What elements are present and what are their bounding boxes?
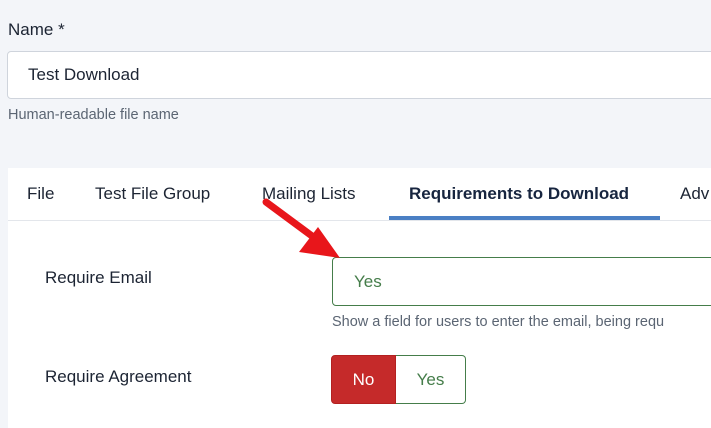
name-input[interactable]: Test Download bbox=[7, 51, 711, 99]
tab-mailing-lists[interactable]: Mailing Lists bbox=[262, 168, 356, 220]
tab-test-file-group[interactable]: Test File Group bbox=[95, 168, 210, 220]
active-tab-indicator bbox=[389, 216, 660, 220]
require-email-help: Show a field for users to enter the emai… bbox=[332, 314, 665, 330]
require-email-label: Require Email bbox=[45, 268, 152, 287]
tab-advanced[interactable]: Adv bbox=[680, 168, 709, 220]
tab-bar: File Test File Group Mailing Lists Requi… bbox=[8, 168, 711, 221]
name-help-text: Human-readable file name bbox=[8, 107, 179, 123]
tab-file[interactable]: File bbox=[27, 168, 54, 220]
tab-requirements-to-download[interactable]: Requirements to Download bbox=[409, 168, 629, 220]
require-agreement-yes-button[interactable]: Yes bbox=[396, 355, 466, 404]
require-agreement-label: Require Agreement bbox=[45, 367, 192, 386]
name-label: Name * bbox=[8, 20, 65, 39]
require-agreement-no-button[interactable]: No bbox=[331, 355, 396, 404]
require-agreement-toggle: No Yes bbox=[331, 355, 466, 404]
require-email-select[interactable]: Yes bbox=[332, 257, 711, 306]
